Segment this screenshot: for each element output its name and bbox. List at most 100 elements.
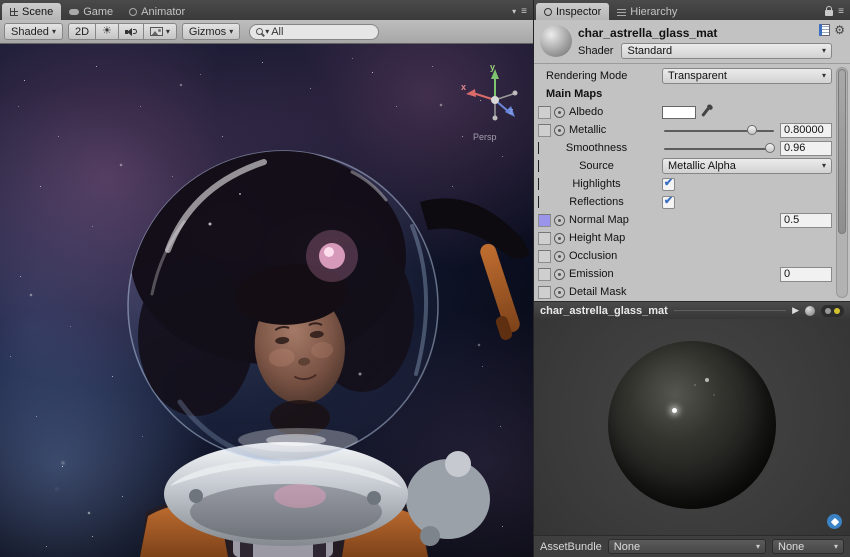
astronaut-character	[0, 44, 533, 557]
detail-mask-texture-slot[interactable]	[538, 286, 551, 299]
normal-map-picker-icon[interactable]	[554, 215, 565, 226]
scene-lighting-button[interactable]: ☀	[95, 23, 119, 40]
inspector-scrollbar[interactable]	[836, 67, 848, 298]
preview-lighting-toggle[interactable]	[821, 305, 844, 317]
height-map-label: Height Map	[569, 232, 625, 244]
shader-label: Shader	[578, 45, 613, 57]
assetbundle-tag-icon[interactable]	[827, 514, 842, 529]
occlusion-texture-slot[interactable]	[538, 250, 551, 263]
rendering-mode-value: Transparent	[668, 70, 727, 82]
scene-grid-icon	[10, 8, 18, 16]
source-value: Metallic Alpha	[668, 160, 736, 172]
chevron-down-icon: ▾	[822, 162, 826, 170]
gizmo-z-label[interactable]: z	[509, 106, 514, 116]
tab-scene[interactable]: Scene	[2, 3, 61, 20]
albedo-picker-icon[interactable]	[554, 107, 565, 118]
lock-icon[interactable]	[825, 10, 833, 16]
normal-map-texture-slot[interactable]	[538, 214, 551, 227]
search-input[interactable]	[271, 26, 351, 38]
chevron-down-icon[interactable]: ▾	[512, 8, 516, 16]
help-icon[interactable]	[819, 24, 830, 36]
metallic-value-field[interactable]: 0.80000	[780, 123, 832, 138]
tab-game[interactable]: Game	[61, 3, 121, 20]
reflections-checkbox[interactable]: ✔	[662, 196, 675, 209]
material-preview-panel: char_astrella_glass_mat ▶ AssetBundle No…	[534, 301, 850, 557]
main-maps-header-row: Main Maps	[534, 85, 850, 103]
image-effects-icon	[150, 27, 163, 36]
shading-mode-dropdown[interactable]: Shaded ▾	[4, 23, 63, 40]
albedo-color-swatch[interactable]	[662, 106, 696, 119]
albedo-row: Albedo	[534, 103, 850, 121]
emission-value-field[interactable]: 0	[780, 267, 832, 282]
height-map-texture-slot[interactable]	[538, 232, 551, 245]
smoothness-value-field[interactable]: 0.96	[780, 141, 832, 156]
gizmos-dropdown[interactable]: Gizmos ▾	[182, 23, 240, 40]
gizmo-persp-label[interactable]: Persp	[473, 132, 497, 142]
reflections-row: Reflections ✔	[534, 193, 850, 211]
gear-icon[interactable]: ⚙	[834, 24, 845, 36]
rendering-mode-row: Rendering Mode Transparent ▾	[534, 67, 850, 85]
scrollbar-thumb[interactable]	[838, 69, 846, 234]
metallic-texture-slot[interactable]	[538, 124, 551, 137]
tab-hierarchy[interactable]: Hierarchy	[609, 3, 685, 20]
material-preview-viewport[interactable]	[534, 319, 850, 535]
preview-sphere[interactable]	[608, 341, 776, 509]
highlights-checkbox[interactable]: ✔	[662, 178, 675, 191]
metallic-slider-knob[interactable]	[747, 125, 757, 135]
inspector-menu-icon[interactable]: ≡	[838, 6, 844, 17]
albedo-texture-slot[interactable]	[538, 106, 551, 119]
chevron-down-icon: ▾	[822, 47, 826, 55]
highlights-label: Highlights	[572, 178, 620, 190]
tab-inspector[interactable]: Inspector	[536, 3, 609, 20]
emission-texture-slot[interactable]	[538, 268, 551, 281]
emission-picker-icon[interactable]	[554, 269, 565, 280]
eyedropper-icon[interactable]	[701, 107, 710, 117]
assetbundle-variant-dropdown[interactable]: None ▾	[772, 539, 844, 554]
gizmo-y-label[interactable]: y	[490, 62, 495, 72]
shader-dropdown[interactable]: Standard ▾	[621, 43, 832, 59]
normal-map-value-field[interactable]: 0.5	[780, 213, 832, 228]
scene-panel: Scene Game Animator ▾ ≡ Shaded ▾ 2	[0, 0, 533, 557]
detail-mask-picker-icon[interactable]	[554, 287, 565, 298]
check-icon: ✔	[664, 196, 673, 207]
gizmo-x-label[interactable]: x	[461, 82, 466, 92]
smoothness-slider-knob[interactable]	[765, 143, 775, 153]
scene-audio-button[interactable]	[118, 23, 144, 40]
assetbundle-label: AssetBundle	[540, 541, 602, 553]
detail-mask-label: Detail Mask	[569, 286, 626, 298]
panel-menu-icon[interactable]: ≡	[521, 6, 527, 17]
tab-animator[interactable]: Animator	[121, 3, 193, 20]
shader-value: Standard	[627, 45, 672, 57]
reflections-label: Reflections	[569, 196, 623, 208]
assetbundle-dropdown[interactable]: None ▾	[608, 539, 766, 554]
assetbundle-bar: AssetBundle None ▾ None ▾	[534, 535, 850, 557]
detail-mask-row: Detail Mask	[534, 283, 850, 301]
height-map-picker-icon[interactable]	[554, 233, 565, 244]
chevron-down-icon: ▾	[265, 28, 269, 36]
preview-header[interactable]: char_astrella_glass_mat ▶	[534, 301, 850, 319]
scene-tabstrip: Scene Game Animator ▾ ≡	[0, 0, 533, 20]
metallic-slider[interactable]	[664, 123, 774, 137]
orientation-gizmo[interactable]: x y z Persp	[463, 66, 527, 142]
material-name: char_astrella_glass_mat	[578, 26, 844, 40]
sun-icon: ☀	[102, 26, 112, 37]
preview-drag-handle[interactable]	[674, 310, 786, 311]
scene-effects-dropdown[interactable]: ▾	[143, 23, 177, 40]
smoothness-slider[interactable]	[664, 141, 774, 155]
metallic-picker-icon[interactable]	[554, 125, 565, 136]
inspector-panel: Inspector Hierarchy ≡ char_astrella_glas…	[533, 0, 850, 557]
assetbundle-value: None	[614, 541, 640, 553]
occlusion-picker-icon[interactable]	[554, 251, 565, 262]
material-sphere-icon	[540, 25, 572, 57]
hierarchy-icon	[617, 8, 626, 16]
material-header: char_astrella_glass_mat Shader Standard …	[534, 20, 850, 64]
scene-viewport[interactable]: x y z Persp	[0, 44, 533, 557]
preview-play-button[interactable]: ▶	[792, 305, 799, 316]
rendering-mode-dropdown[interactable]: Transparent ▾	[662, 68, 832, 84]
source-dropdown[interactable]: Metallic Alpha ▾	[662, 158, 832, 174]
scene-search-field[interactable]: ▾	[249, 24, 379, 40]
toggle-2d-button[interactable]: 2D	[68, 23, 96, 40]
height-map-row: Height Map	[534, 229, 850, 247]
preview-shape-toggle[interactable]	[805, 306, 815, 316]
emission-label: Emission	[569, 268, 614, 280]
